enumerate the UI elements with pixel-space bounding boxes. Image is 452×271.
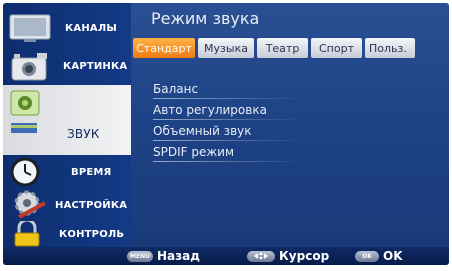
- option-label: SPDIF режим: [153, 145, 235, 159]
- option-auto-volume[interactable]: Авто регулировка: [153, 102, 313, 120]
- sidebar-item-label: КОНТРОЛЬ: [59, 228, 125, 240]
- hint-cursor-label: Курсор: [279, 249, 330, 263]
- sidebar-item-setup[interactable]: НАСТРОЙКА: [3, 189, 131, 221]
- sidebar: КАНАЛЫ КАРТИНКА ЗВУК ВРЕМЯ НАСТРОЙКА КОН…: [3, 3, 131, 247]
- gear-icon: [14, 190, 46, 219]
- arrows-icon: [254, 252, 268, 260]
- camera-icon: [11, 53, 47, 81]
- tab-theater[interactable]: Театр: [257, 38, 308, 58]
- sidebar-item-label: КАНАЛЫ: [65, 22, 117, 34]
- option-label: Авто регулировка: [153, 103, 267, 117]
- tab-user[interactable]: Польз.: [365, 38, 415, 58]
- menu-frame: КАНАЛЫ КАРТИНКА ЗВУК ВРЕМЯ НАСТРОЙКА КОН…: [3, 3, 449, 265]
- option-label: Объемный звук: [153, 124, 252, 138]
- hint-cursor: Курсор: [247, 248, 329, 264]
- option-balance[interactable]: Баланс: [153, 81, 313, 99]
- tv-icon: [9, 14, 51, 42]
- option-label: Баланс: [153, 82, 199, 96]
- dpad-key-icon: [247, 250, 275, 262]
- sidebar-item-channels[interactable]: КАНАЛЫ: [3, 9, 131, 47]
- sidebar-item-control[interactable]: КОНТРОЛЬ: [3, 221, 131, 247]
- option-underline: [153, 98, 303, 99]
- main-panel: Режим звука Стандарт Музыка Театр Спорт …: [131, 3, 449, 247]
- option-underline: [153, 119, 303, 120]
- sidebar-item-label: ВРЕМЯ: [71, 166, 112, 178]
- sidebar-item-label: НАСТРОЙКА: [55, 199, 128, 211]
- option-underline: [153, 161, 303, 162]
- menu-key-icon: MENU: [127, 250, 153, 262]
- hint-ok: OK OK: [355, 248, 403, 264]
- hint-back: MENU Назад: [127, 248, 200, 264]
- speaker-icon: [10, 90, 40, 133]
- sidebar-item-label: ЗВУК: [67, 127, 100, 141]
- hint-ok-label: OK: [383, 249, 403, 263]
- sidebar-item-time[interactable]: ВРЕМЯ: [3, 155, 131, 189]
- sidebar-item-sound[interactable]: ЗВУК: [3, 85, 131, 155]
- tab-standard[interactable]: Стандарт: [133, 38, 195, 58]
- ok-key-icon: OK: [355, 250, 379, 262]
- hint-back-label: Назад: [157, 249, 200, 263]
- tv-menu-screen: КАНАЛЫ КАРТИНКА ЗВУК ВРЕМЯ НАСТРОЙКА КОН…: [0, 0, 452, 271]
- option-underline: [153, 140, 303, 141]
- option-surround-sound[interactable]: Объемный звук: [153, 123, 313, 141]
- sound-mode-tabs: Стандарт Музыка Театр Спорт Польз.: [133, 38, 418, 58]
- clock-icon: [10, 157, 40, 187]
- tab-sport[interactable]: Спорт: [311, 38, 362, 58]
- lock-icon: [14, 221, 40, 247]
- footer-hint-bar: MENU Назад Курсор OK OK: [3, 247, 449, 265]
- sidebar-item-picture[interactable]: КАРТИНКА: [3, 47, 131, 85]
- tab-music[interactable]: Музыка: [198, 38, 254, 58]
- sidebar-item-label: КАРТИНКА: [63, 60, 128, 72]
- option-spdif-mode[interactable]: SPDIF режим: [153, 144, 313, 162]
- page-title: Режим звука: [151, 9, 260, 28]
